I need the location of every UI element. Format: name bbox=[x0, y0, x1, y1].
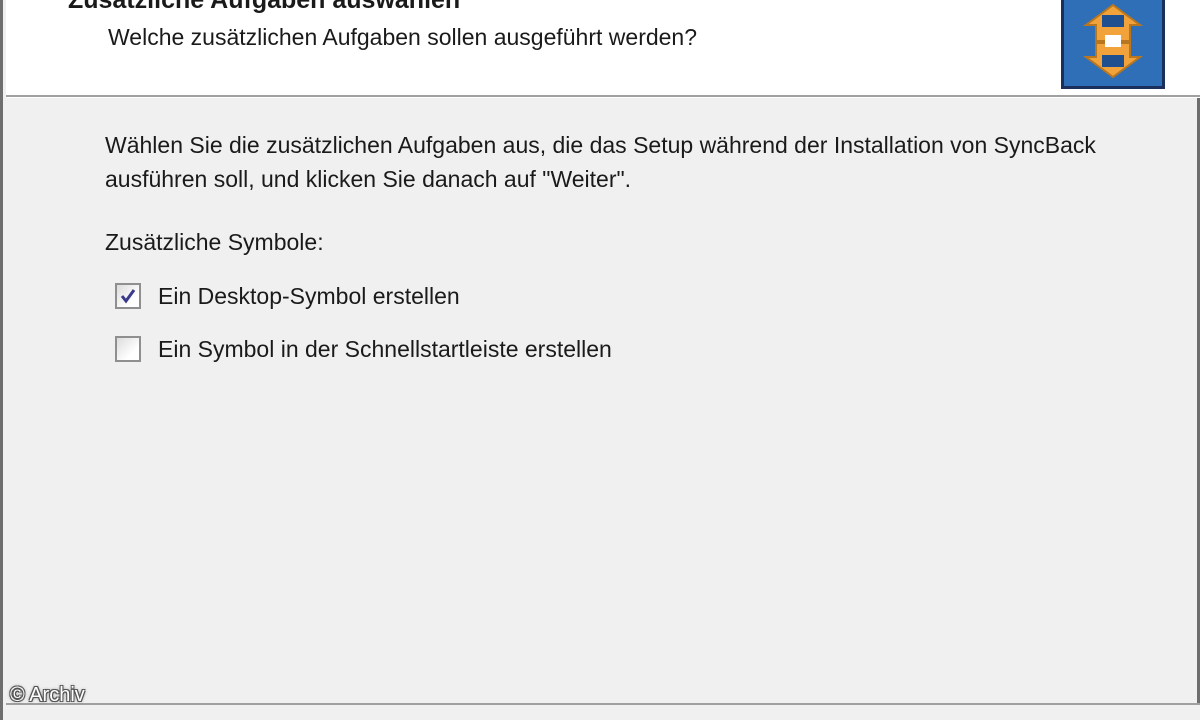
quicklaunch-icon-label[interactable]: Ein Symbol in der Schnellstartleiste ers… bbox=[158, 336, 612, 363]
copyright-watermark: © Archiv bbox=[10, 684, 85, 706]
desktop-icon-label[interactable]: Ein Desktop-Symbol erstellen bbox=[158, 283, 460, 310]
wizard-header: Zusätzliche Aufgaben auswählen Welche zu… bbox=[6, 0, 1200, 95]
footer-area bbox=[6, 705, 1200, 720]
syncback-logo-icon bbox=[1061, 0, 1165, 89]
wizard-content: Wählen Sie die zusätzlichen Aufgaben aus… bbox=[3, 98, 1200, 703]
checkbox-checked[interactable] bbox=[115, 283, 141, 309]
instructions-text: Wählen Sie die zusätzlichen Aufgaben aus… bbox=[105, 132, 1096, 192]
setup-wizard-window: Zusätzliche Aufgaben auswählen Welche zu… bbox=[0, 0, 1200, 720]
quicklaunch-icon-checkbox[interactable]: Ein Symbol in der Schnellstartleiste ers… bbox=[115, 334, 612, 364]
checkbox-unchecked[interactable] bbox=[115, 336, 141, 362]
page-subtitle: Welche zusätzlichen Aufgaben sollen ausg… bbox=[108, 24, 698, 50]
additional-icons-group-label: Zusätzliche Symbole: bbox=[105, 229, 324, 255]
check-mark-icon bbox=[120, 289, 136, 304]
desktop-icon-checkbox[interactable]: Ein Desktop-Symbol erstellen bbox=[115, 281, 460, 311]
page-title: Zusätzliche Aufgaben auswählen bbox=[68, 0, 461, 14]
